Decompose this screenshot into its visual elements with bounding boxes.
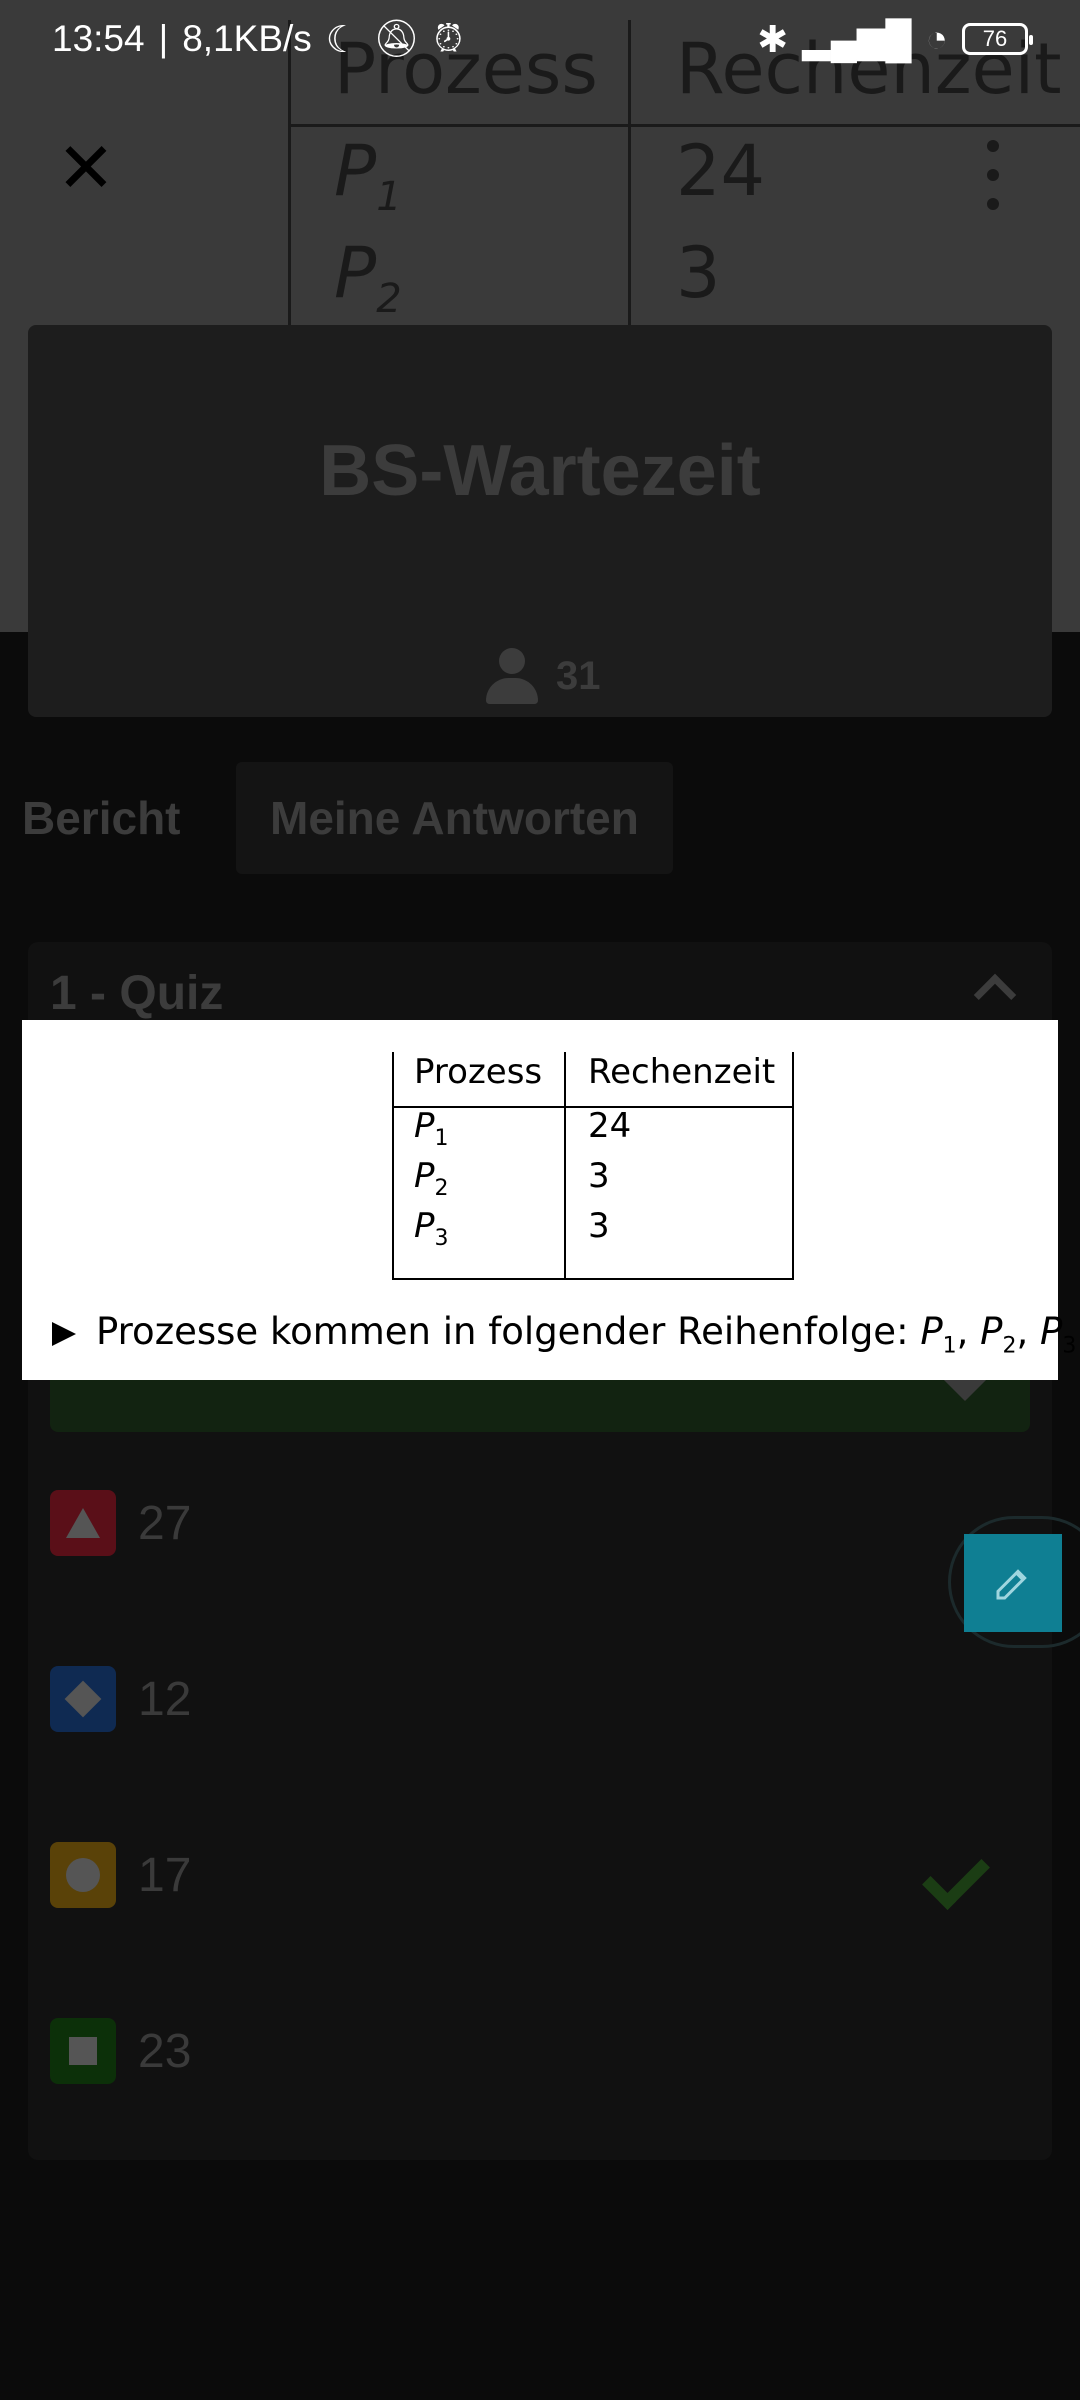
quiz-title: 1 - Quiz	[50, 967, 224, 1020]
answer-badge	[50, 1666, 116, 1732]
bg-cell-24: 24	[676, 130, 766, 212]
participants-count: 31	[486, 648, 601, 704]
status-bar: 13:54 | 8,1KB/s ☾ 🔕︎ ⏰︎ ✱ ▂▄▆█ ◔ 76	[0, 0, 1080, 78]
bullet-icon	[52, 1322, 76, 1347]
order-item: P2	[980, 1310, 1017, 1359]
bg-cell-p1: P1	[334, 130, 402, 220]
bullet-text: Prozesse kommen in folgender Reihenfolge…	[96, 1310, 921, 1353]
moon-icon: ☾	[325, 18, 359, 60]
status-network-speed: 8,1KB/s	[182, 18, 312, 59]
battery-icon: 76	[962, 23, 1033, 55]
diamond-icon	[64, 1680, 102, 1718]
status-time: 13:54	[52, 18, 145, 59]
answer-row-diamond: 12	[50, 1666, 1030, 1732]
bluetooth-icon: ✱	[757, 18, 789, 60]
participants-number: 31	[556, 653, 601, 698]
check-icon	[922, 1842, 990, 1910]
answer-count: 27	[138, 1496, 192, 1550]
status-separator: |	[158, 18, 169, 59]
table-cell-process: P2	[414, 1156, 449, 1201]
battery-level: 76	[982, 26, 1008, 51]
more-options-icon[interactable]	[968, 140, 1018, 210]
answer-row-square: 23	[50, 2018, 1030, 2084]
table-cell-time: 3	[588, 1156, 610, 1196]
alarm-icon: ⏰︎	[433, 17, 463, 59]
answer-badge	[50, 1490, 116, 1556]
person-icon	[486, 648, 538, 704]
table-cell-time: 3	[588, 1206, 610, 1246]
close-icon[interactable]: ✕	[56, 133, 116, 203]
process-order-text: Prozesse kommen in folgender Reihenfolge…	[52, 1310, 1076, 1358]
table-cell-process: P1	[414, 1106, 449, 1151]
bg-cell-p2: P2	[334, 232, 402, 322]
answer-row-triangle: 27	[50, 1490, 1030, 1556]
pencil-icon	[996, 1569, 1027, 1600]
circle-icon	[66, 1858, 100, 1892]
table-header-rechenzeit: Rechenzeit	[588, 1052, 776, 1092]
mute-icon: 🔕︎	[372, 17, 420, 59]
answer-count: 17	[138, 1848, 192, 1902]
answer-row-circle: 17	[50, 1842, 1030, 1910]
tab-meine-antworten[interactable]: Meine Antworten	[236, 762, 673, 874]
order-item: P3	[1040, 1310, 1077, 1359]
question-image[interactable]: Prozess Rechenzeit P1 24 P2 3 P3 3 Proze…	[22, 1020, 1076, 1380]
table-cell-process: P3	[414, 1206, 449, 1251]
table-header-prozess: Prozess	[414, 1052, 543, 1092]
page-title: BS-Wartezeit	[319, 431, 761, 511]
tab-bar: Bericht Meine Antworten	[0, 762, 1080, 874]
square-icon	[69, 2037, 97, 2065]
answer-count: 23	[138, 2024, 192, 2078]
edit-button[interactable]	[964, 1534, 1062, 1632]
answer-badge	[50, 1842, 116, 1908]
bg-cell-3: 3	[676, 232, 721, 314]
triangle-icon	[66, 1508, 100, 1538]
wifi-icon: ◔	[925, 18, 948, 59]
order-item: P1	[920, 1310, 957, 1359]
answer-count: 12	[138, 1672, 192, 1726]
process-table: Prozess Rechenzeit P1 24 P2 3 P3 3	[392, 1052, 794, 1282]
tab-bericht[interactable]: Bericht	[0, 762, 236, 874]
signal-icon: ▂▄▆█	[802, 18, 912, 60]
table-cell-time: 24	[588, 1106, 632, 1146]
answer-badge	[50, 2018, 116, 2084]
